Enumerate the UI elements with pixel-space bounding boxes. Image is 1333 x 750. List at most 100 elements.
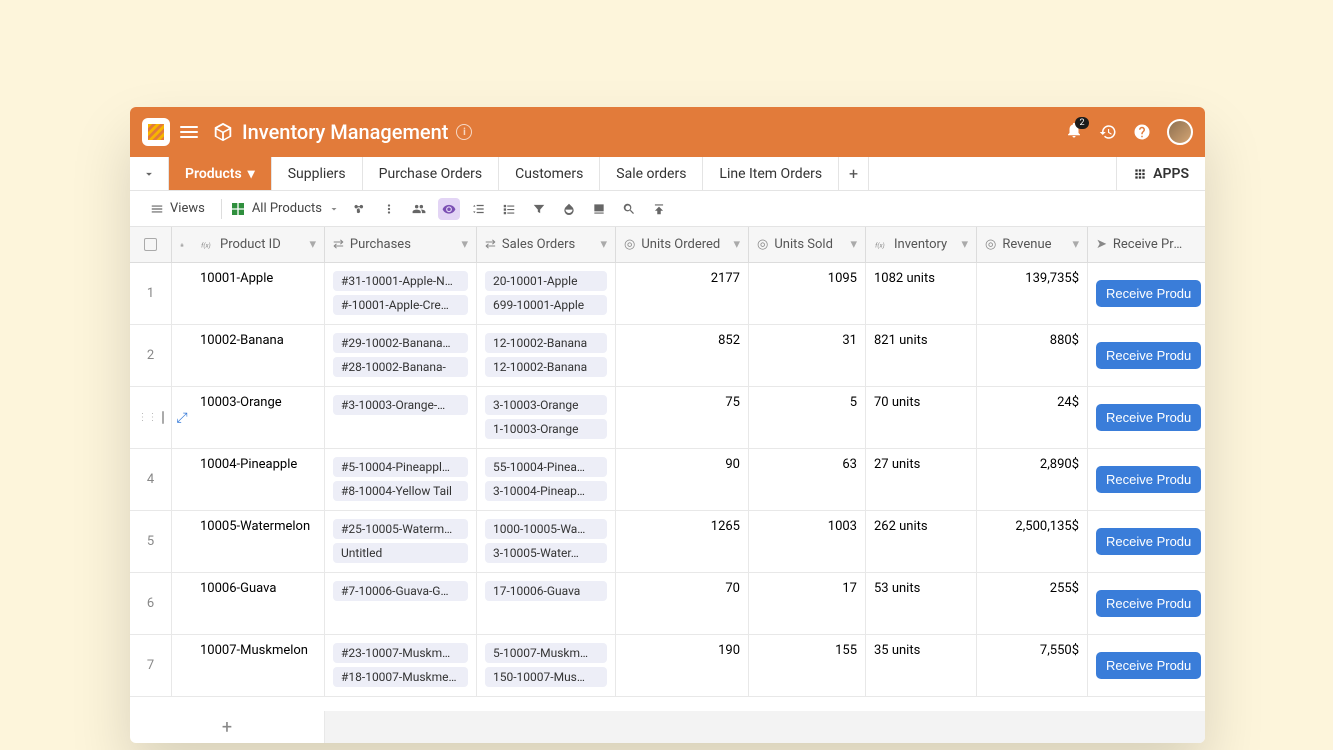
views-button[interactable]: Views bbox=[142, 197, 213, 220]
row-selector[interactable]: 5 bbox=[130, 511, 172, 572]
table-row[interactable]: 6 10006-Guava #7-10006-Guava-G… 17-10006-Gu… bbox=[130, 573, 1205, 635]
linked-record-chip[interactable]: 1-10003-Orange bbox=[485, 419, 607, 439]
more-icon[interactable] bbox=[378, 198, 400, 220]
add-row-button[interactable]: + bbox=[130, 711, 325, 743]
cell-inventory[interactable]: 70 units bbox=[866, 387, 977, 448]
linked-record-chip[interactable]: #29-10002-Banana… bbox=[333, 333, 468, 353]
cell-purchases[interactable]: #29-10002-Banana… #28-10002-Banana- bbox=[325, 325, 477, 386]
cell-purchases[interactable]: #7-10006-Guava-G… bbox=[325, 573, 477, 634]
group-icon[interactable] bbox=[498, 198, 520, 220]
tab-sale-orders[interactable]: Sale orders bbox=[600, 157, 703, 190]
row-selector[interactable]: 1 bbox=[130, 263, 172, 324]
cell-revenue[interactable]: 2,890$ bbox=[977, 449, 1088, 510]
linked-record-chip[interactable]: #28-10002-Banana- bbox=[333, 357, 468, 377]
history-icon[interactable] bbox=[1099, 123, 1117, 141]
receive-product-button[interactable]: Receive Produ bbox=[1096, 590, 1201, 617]
column-header-revenue[interactable]: ◎ Revenue ▾ bbox=[977, 227, 1088, 262]
cell-revenue[interactable]: 7,550$ bbox=[977, 635, 1088, 696]
export-icon[interactable] bbox=[648, 198, 670, 220]
table-row[interactable]: 510005-Watermelon#25-10005-Waterm…Untitl… bbox=[130, 511, 1205, 573]
linked-record-chip[interactable]: #31-10001-Apple-N… bbox=[333, 271, 468, 291]
cell-units-sold[interactable]: 31 bbox=[749, 325, 866, 386]
cell-product-id[interactable]: 10001-Apple bbox=[192, 263, 325, 324]
receive-product-button[interactable]: Receive Produ bbox=[1096, 342, 1201, 369]
row-selector[interactable]: 6 bbox=[130, 573, 172, 634]
avatar[interactable] bbox=[1167, 119, 1193, 145]
linked-record-chip[interactable]: 20-10001-Apple bbox=[485, 271, 607, 291]
linked-record-chip[interactable]: #7-10006-Guava-G… bbox=[333, 581, 468, 601]
cell-sales-orders[interactable]: 55-10004-Pinea… 3-10004-Pineap… bbox=[477, 449, 616, 510]
linked-record-chip[interactable]: 150-10007-Mus… bbox=[485, 667, 607, 687]
collaborators-icon[interactable] bbox=[408, 198, 430, 220]
info-icon[interactable]: i bbox=[456, 124, 472, 140]
column-header-receive[interactable]: ➤ Receive Produ bbox=[1088, 227, 1196, 262]
row-selector[interactable]: 2 bbox=[130, 325, 172, 386]
column-header-units-sold[interactable]: ◎ Units Sold ▾ bbox=[749, 227, 866, 262]
search-icon[interactable] bbox=[618, 198, 640, 220]
linked-record-chip[interactable]: 1000-10005-Wa… bbox=[485, 519, 607, 539]
select-all-checkbox[interactable] bbox=[130, 227, 172, 262]
row-checkbox[interactable] bbox=[162, 411, 164, 424]
cell-units-sold[interactable]: 1003 bbox=[749, 511, 866, 572]
tab-purchase-orders[interactable]: Purchase Orders bbox=[363, 157, 499, 190]
drag-handle-icon[interactable]: ⋮⋮ bbox=[138, 412, 158, 423]
row-selector[interactable]: ⋮⋮ bbox=[130, 387, 172, 448]
cell-units-ordered[interactable]: 2177 bbox=[616, 263, 749, 324]
tabs-collapse-button[interactable] bbox=[130, 157, 169, 190]
cell-revenue[interactable]: 139,735$ bbox=[977, 263, 1088, 324]
cell-sales-orders[interactable]: 12-10002-Banana12-10002-Banana bbox=[477, 325, 616, 386]
row-selector[interactable]: 4 bbox=[130, 449, 172, 510]
linked-record-chip[interactable]: Untitled bbox=[333, 543, 468, 563]
cell-inventory[interactable]: 35 units bbox=[866, 635, 977, 696]
cell-inventory[interactable]: 53 units bbox=[866, 573, 977, 634]
linked-record-chip[interactable]: 3-10004-Pineap… bbox=[485, 481, 607, 501]
chevron-down-icon[interactable]: ▾ bbox=[1072, 237, 1079, 252]
cell-units-sold[interactable]: 17 bbox=[749, 573, 866, 634]
cell-purchases[interactable]: #31-10001-Apple-N… #-10001-Apple-Cre… bbox=[325, 263, 477, 324]
linked-record-chip[interactable]: 12-10002-Banana bbox=[485, 357, 607, 377]
cell-units-ordered[interactable]: 70 bbox=[616, 573, 749, 634]
tab-line-item-orders[interactable]: Line Item Orders bbox=[703, 157, 839, 190]
cards-icon[interactable] bbox=[588, 198, 610, 220]
cell-units-sold[interactable]: 5 bbox=[749, 387, 866, 448]
row-expand[interactable] bbox=[172, 635, 192, 696]
cell-purchases[interactable]: #3-10003-Orange-… bbox=[325, 387, 477, 448]
help-icon[interactable] bbox=[1133, 123, 1151, 141]
linked-record-chip[interactable]: #8-10004-Yellow Tail bbox=[333, 481, 468, 501]
linked-record-chip[interactable]: 3-10005-Water… bbox=[485, 543, 607, 563]
cell-product-id[interactable]: 10006-Guava bbox=[192, 573, 325, 634]
cell-units-ordered[interactable]: 75 bbox=[616, 387, 749, 448]
menu-icon[interactable] bbox=[180, 126, 198, 138]
cell-sales-orders[interactable]: 5-10007-Muskm… 150-10007-Mus… bbox=[477, 635, 616, 696]
column-header-inventory[interactable]: f(x) Inventory ▾ bbox=[866, 227, 977, 262]
tab-suppliers[interactable]: Suppliers bbox=[272, 157, 363, 190]
cell-product-id[interactable]: 10003-Orange bbox=[192, 387, 325, 448]
row-expand[interactable] bbox=[172, 325, 192, 386]
column-header-product-id[interactable]: f(x) Product ID ▾ bbox=[192, 227, 325, 262]
linked-record-chip[interactable]: #-10001-Apple-Cre… bbox=[333, 295, 468, 315]
color-icon[interactable] bbox=[558, 198, 580, 220]
cell-sales-orders[interactable]: 17-10006-Guava bbox=[477, 573, 616, 634]
apps-button[interactable]: APPS bbox=[1116, 157, 1205, 190]
cell-product-id[interactable]: 10002-Banana bbox=[192, 325, 325, 386]
table-row[interactable]: 710007-Muskmelon#23-10007-Muskm…#18-1000… bbox=[130, 635, 1205, 697]
share-icon[interactable] bbox=[348, 198, 370, 220]
cell-product-id[interactable]: 10004-Pineapple bbox=[192, 449, 325, 510]
linked-record-chip[interactable]: 5-10007-Muskm… bbox=[485, 643, 607, 663]
linked-record-chip[interactable]: 17-10006-Guava bbox=[485, 581, 607, 601]
linked-record-chip[interactable]: #23-10007-Muskm… bbox=[333, 643, 468, 663]
linked-record-chip[interactable]: 55-10004-Pinea… bbox=[485, 457, 607, 477]
cell-revenue[interactable]: 2,500,135$ bbox=[977, 511, 1088, 572]
row-expand[interactable] bbox=[172, 573, 192, 634]
cell-units-ordered[interactable]: 852 bbox=[616, 325, 749, 386]
row-expand[interactable] bbox=[172, 511, 192, 572]
column-header-sales-orders[interactable]: ⇄ Sales Orders ▾ bbox=[477, 227, 616, 262]
linked-record-chip[interactable]: 699-10001-Apple bbox=[485, 295, 607, 315]
cell-revenue[interactable]: 880$ bbox=[977, 325, 1088, 386]
notifications-button[interactable]: 2 bbox=[1065, 121, 1083, 143]
row-expand[interactable] bbox=[172, 449, 192, 510]
row-expand[interactable] bbox=[172, 263, 192, 324]
linked-record-chip[interactable]: #18-10007-Muskme… bbox=[333, 667, 468, 687]
cell-units-ordered[interactable]: 190 bbox=[616, 635, 749, 696]
chevron-down-icon[interactable]: ▾ bbox=[600, 237, 607, 252]
